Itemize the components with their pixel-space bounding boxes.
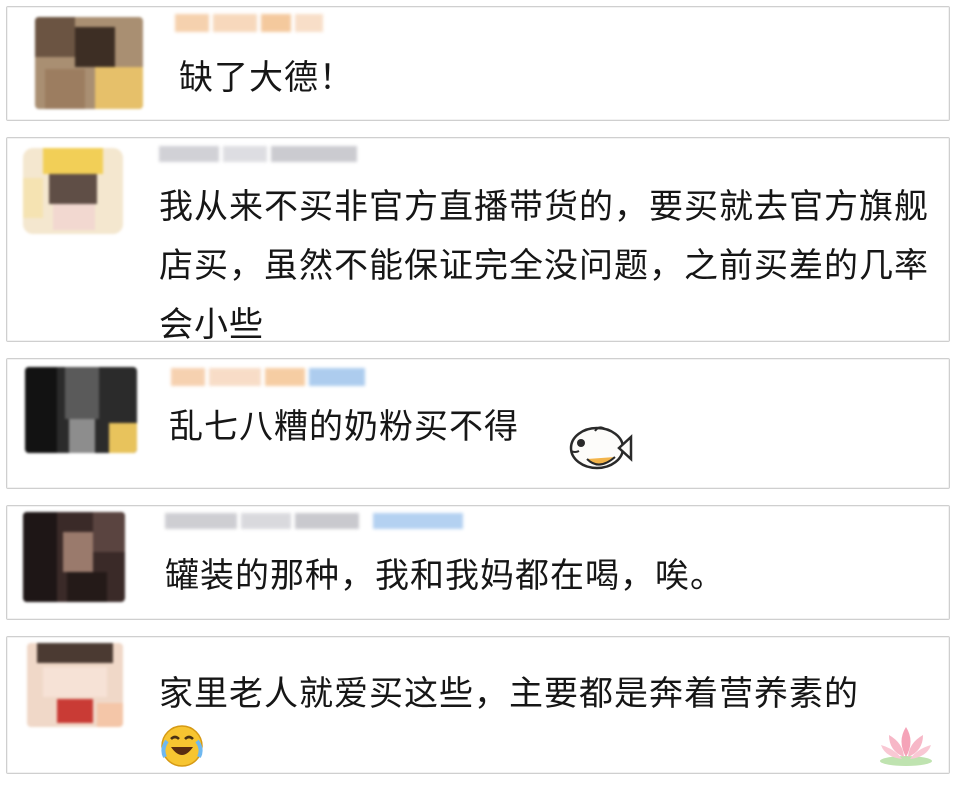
- comment-text: 我从来不买非官方直播带货的，要买就去官方旗舰店买，虽然不能保证完全没问题，之前买…: [159, 187, 929, 345]
- fish-emoji: [569, 426, 633, 470]
- comment-text: 缺了大德！: [179, 58, 354, 98]
- comment-card-3: 乱七八糟的奶粉买不得: [6, 358, 950, 489]
- username-blurred[interactable]: [175, 14, 323, 32]
- user-avatar[interactable]: [27, 643, 123, 727]
- user-avatar[interactable]: [35, 17, 143, 109]
- comment-card-5: 家里老人就爱买这些，主要都是奔着营养素的: [6, 636, 950, 774]
- username-blurred[interactable]: [159, 146, 357, 162]
- comment-card-1: 缺了大德！: [6, 6, 950, 121]
- username-blurred[interactable]: [171, 368, 365, 386]
- username-blurred[interactable]: [165, 513, 463, 529]
- comment-text: 家里老人就爱买这些，主要都是奔着营养素的: [159, 674, 859, 714]
- comment-text: 罐装的那种，我和我妈都在喝，唉。: [165, 556, 725, 596]
- lotus-sticker: [880, 727, 932, 766]
- user-avatar[interactable]: [25, 367, 137, 453]
- laughing-crying-emoji: [161, 725, 203, 767]
- comment-card-2: 我从来不买非官方直播带货的，要买就去官方旗舰店买，虽然不能保证完全没问题，之前买…: [6, 137, 950, 345]
- user-avatar[interactable]: [23, 148, 123, 234]
- user-avatar[interactable]: [23, 512, 125, 602]
- comment-card-4: 罐装的那种，我和我妈都在喝，唉。: [6, 505, 950, 620]
